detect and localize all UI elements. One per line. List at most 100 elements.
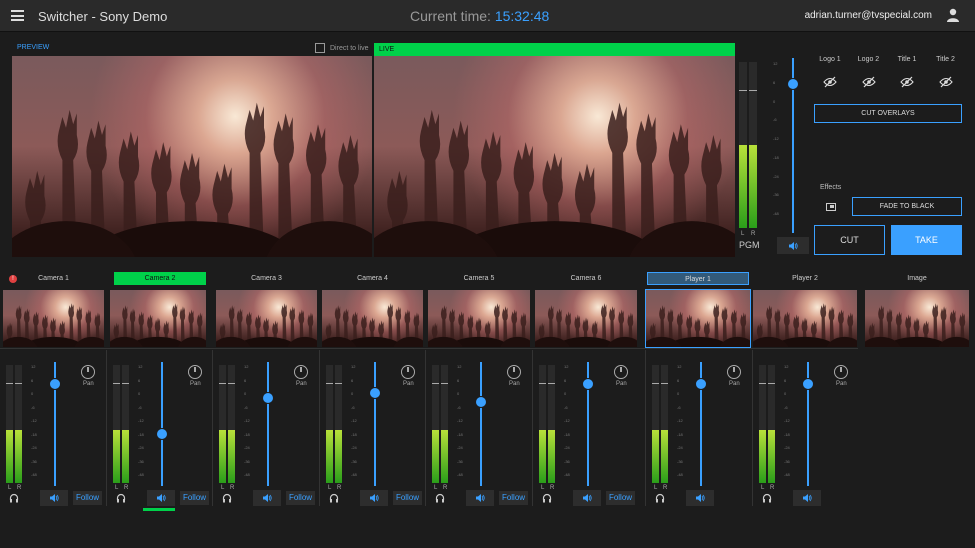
eye-off-icon[interactable] [861, 76, 876, 88]
source-label[interactable]: Camera 4 [322, 272, 423, 285]
follow-button[interactable]: Follow [499, 491, 528, 505]
channel-fader-knob[interactable] [583, 379, 593, 390]
pan-knob-icon[interactable] [294, 365, 308, 379]
picture-in-picture-icon[interactable] [826, 203, 836, 211]
headphones-icon[interactable] [222, 493, 232, 503]
channel-fader-track[interactable] [480, 362, 482, 486]
direct-to-live-checkbox[interactable] [315, 43, 325, 53]
pan-knob-icon[interactable] [507, 365, 521, 379]
source-thumbnail[interactable] [753, 290, 857, 347]
pan-indicator [300, 367, 302, 372]
hamburger-menu-icon[interactable] [11, 10, 24, 21]
channel-fader-track[interactable] [267, 362, 269, 486]
direct-to-live-label: Direct to live [330, 44, 369, 52]
source-label[interactable]: Player 2 [753, 272, 857, 285]
source-label[interactable]: Camera 5 [428, 272, 530, 285]
source-thumbnail[interactable] [216, 290, 317, 347]
pan-knob-icon[interactable] [727, 365, 741, 379]
channel-mute-button[interactable] [147, 490, 175, 506]
meter-fill [759, 429, 766, 483]
follow-button[interactable]: Follow [73, 491, 102, 505]
take-button[interactable]: TAKE [891, 225, 962, 255]
source-thumbnail[interactable] [645, 289, 751, 348]
channel-fader-knob[interactable] [476, 396, 486, 407]
channel-fader-knob[interactable] [696, 379, 706, 390]
pan-knob-icon[interactable] [401, 365, 415, 379]
follow-button[interactable]: Follow [393, 491, 422, 505]
scale-mark: -12 [244, 418, 250, 423]
follow-button[interactable]: Follow [286, 491, 315, 505]
channel-mute-button[interactable] [793, 490, 821, 506]
channel-fader-knob[interactable] [50, 379, 60, 390]
cut-button[interactable]: CUT [814, 225, 885, 255]
channel-left-label: L [115, 485, 119, 491]
scale-mark: -24 [138, 445, 144, 450]
fade-to-black-button[interactable]: FADE TO BLACK [852, 197, 962, 216]
source-label[interactable]: Image [865, 272, 969, 285]
user-icon[interactable] [946, 8, 960, 22]
channel-fader-knob[interactable] [157, 428, 167, 439]
channel-right-label: R [443, 485, 448, 491]
channel-mute-button[interactable] [360, 490, 388, 506]
channel-fader-track[interactable] [374, 362, 376, 486]
follow-button[interactable]: Follow [180, 491, 209, 505]
channel-mute-button[interactable] [253, 490, 281, 506]
headphones-icon[interactable] [655, 493, 665, 503]
divider [0, 348, 858, 349]
channel-mute-button[interactable] [573, 490, 601, 506]
channel-mute-button[interactable] [466, 490, 494, 506]
preview-monitor[interactable] [12, 56, 372, 257]
source-label[interactable]: Camera 2 [114, 272, 206, 285]
channel-fader-knob[interactable] [803, 379, 813, 390]
pgm-mute-button[interactable] [777, 237, 809, 254]
channel-mute-button[interactable] [40, 490, 68, 506]
source-thumbnail[interactable] [3, 290, 104, 347]
source-label[interactable]: Camera 1 [3, 272, 104, 285]
source-label[interactable]: Camera 6 [535, 272, 637, 285]
scale-mark: -6 [784, 404, 788, 410]
scale-mark: -6 [773, 117, 777, 123]
channel-fader-knob[interactable] [370, 388, 380, 398]
direct-to-live-toggle[interactable]: Direct to live [315, 43, 369, 53]
pan-indicator [87, 367, 89, 372]
effects-label: Effects [820, 184, 842, 191]
pan-knob-icon[interactable] [614, 365, 628, 379]
source-thumbnail[interactable] [110, 290, 206, 347]
eye-off-icon[interactable] [823, 76, 837, 88]
source-label[interactable]: Player 1 [647, 272, 749, 285]
headphones-icon[interactable] [435, 493, 445, 503]
channel-meter-right [335, 365, 342, 483]
headphones-icon[interactable] [9, 493, 19, 503]
pan-label: Pan [296, 381, 307, 387]
pgm-fader-knob[interactable] [788, 79, 798, 90]
alert-icon: ! [9, 275, 17, 283]
eye-off-icon[interactable] [938, 76, 953, 88]
pan-knob-icon[interactable] [81, 365, 95, 379]
source-thumbnail[interactable] [865, 290, 969, 347]
channel-right-label: R [337, 485, 342, 491]
speaker-icon [50, 494, 59, 502]
channel-left-label: L [221, 485, 225, 491]
source-thumbnail[interactable] [535, 290, 637, 347]
headphones-icon[interactable] [542, 493, 552, 503]
user-email[interactable]: adrian.turner@tvspecial.com [805, 10, 932, 21]
channel-fader-track[interactable] [161, 362, 163, 486]
channel-fader-knob[interactable] [263, 392, 273, 403]
source-label[interactable]: Camera 3 [216, 272, 317, 285]
follow-button[interactable]: Follow [606, 491, 635, 505]
cut-overlays-button[interactable]: CUT OVERLAYS [814, 104, 962, 123]
headphones-icon[interactable] [762, 493, 772, 503]
meter-fill [661, 429, 668, 483]
source-thumbnail[interactable] [428, 290, 530, 347]
headphones-icon[interactable] [116, 493, 126, 503]
scale-mark: -12 [564, 418, 570, 423]
meter-peak [228, 383, 235, 384]
channel-mute-button[interactable] [686, 490, 714, 506]
meter-peak [739, 90, 747, 91]
source-thumbnail[interactable] [322, 290, 423, 347]
pan-knob-icon[interactable] [188, 365, 202, 379]
channel-meter-left [652, 365, 659, 483]
eye-off-icon[interactable] [900, 76, 914, 88]
pan-knob-icon[interactable] [834, 365, 848, 379]
headphones-icon[interactable] [329, 493, 339, 503]
